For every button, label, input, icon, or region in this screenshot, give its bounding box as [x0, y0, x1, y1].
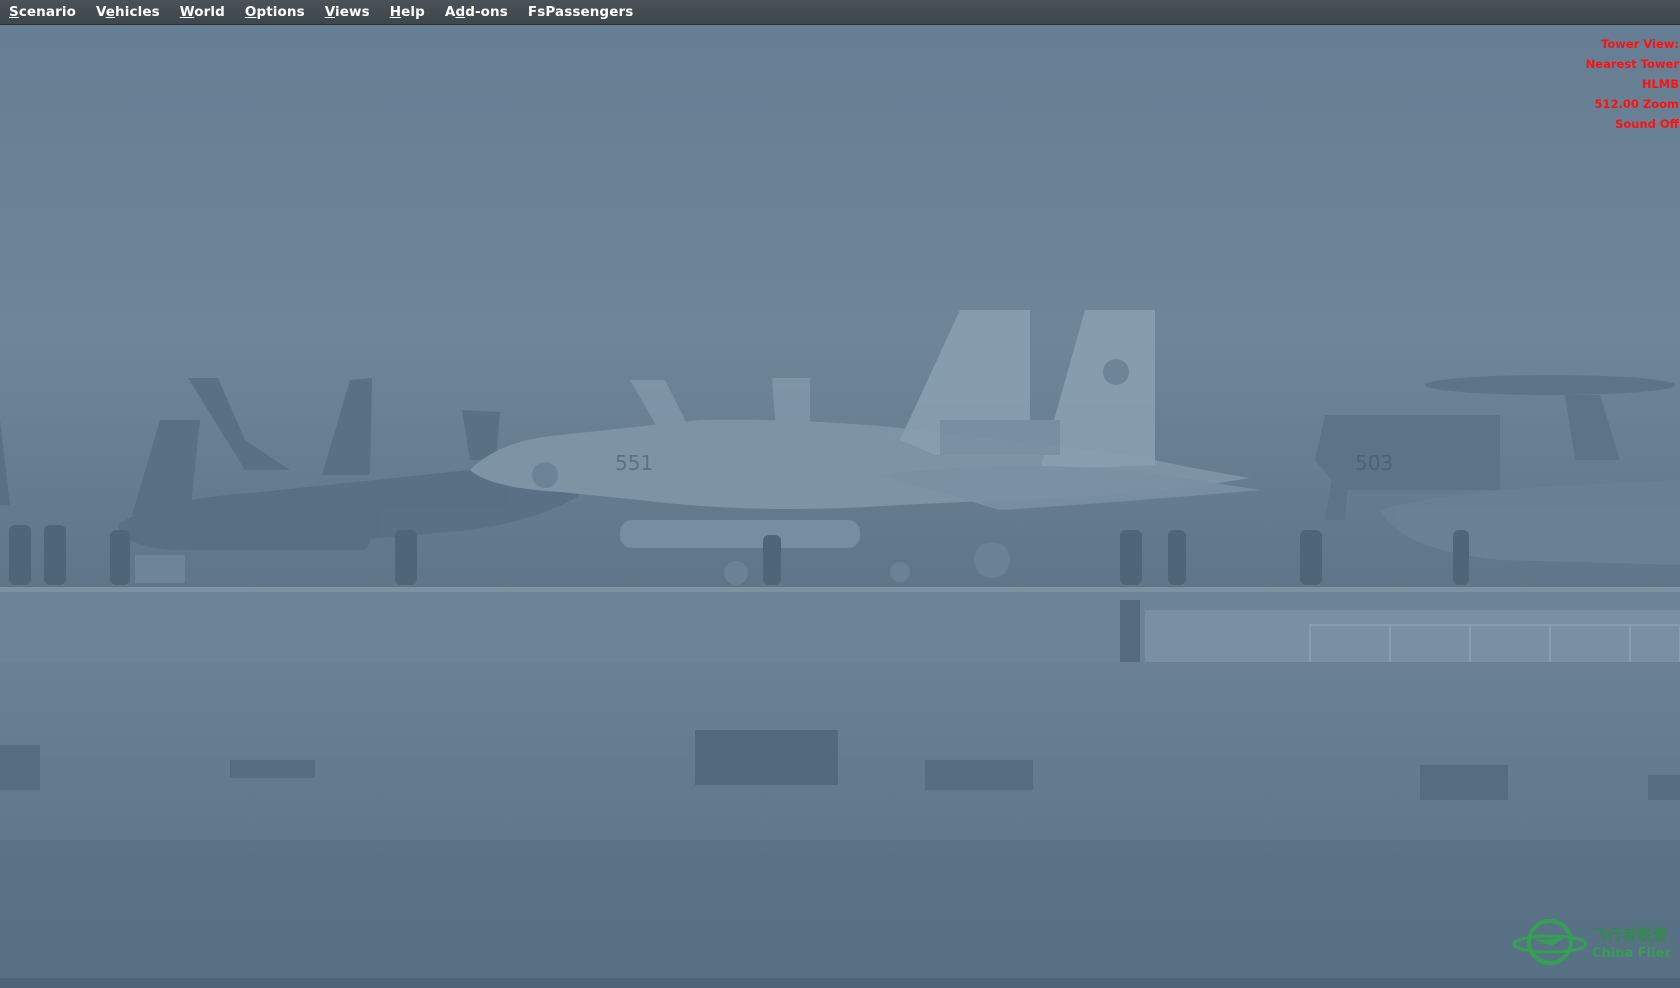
- menu-addons[interactable]: Add-ons: [445, 0, 519, 25]
- menu-scenario[interactable]: Scenario: [9, 0, 87, 25]
- sound-status-label: Sound Off: [1615, 117, 1679, 131]
- aircraft-number-551: 551: [615, 451, 653, 475]
- menu-vehicles[interactable]: Vehicles: [96, 0, 171, 25]
- zoom-label: 512.00 Zoom: [1594, 97, 1679, 111]
- menu-bar: Scenario Vehicles World Options Views He…: [0, 0, 1680, 25]
- simulator-viewport[interactable]: 551 503: [0, 25, 1680, 988]
- china-flier-logo-icon: 飞行者联盟 China Flier: [1512, 919, 1671, 965]
- menu-options[interactable]: Options: [245, 0, 316, 25]
- view-info-overlay: Tower View: Nearest Tower HLMB 512.00 Zo…: [1586, 34, 1679, 134]
- view-type-label: Tower View:: [1601, 37, 1679, 51]
- carrier-deck-scene: 551 503: [0, 25, 1680, 988]
- svg-text:飞行者联盟: 飞行者联盟: [1592, 926, 1667, 944]
- menu-views[interactable]: Views: [325, 0, 381, 25]
- view-name-label: Nearest Tower: [1585, 57, 1679, 71]
- china-flier-watermark: 飞行者联盟 China Flier: [1512, 916, 1680, 972]
- airport-code-label: HLMB: [1641, 77, 1679, 91]
- menu-world[interactable]: World: [180, 0, 236, 25]
- svg-text:China Flier: China Flier: [1592, 946, 1671, 961]
- menu-help[interactable]: Help: [390, 0, 436, 25]
- aircraft-number-503: 503: [1355, 451, 1393, 475]
- menu-fspassengers[interactable]: FsPassengers: [528, 0, 644, 25]
